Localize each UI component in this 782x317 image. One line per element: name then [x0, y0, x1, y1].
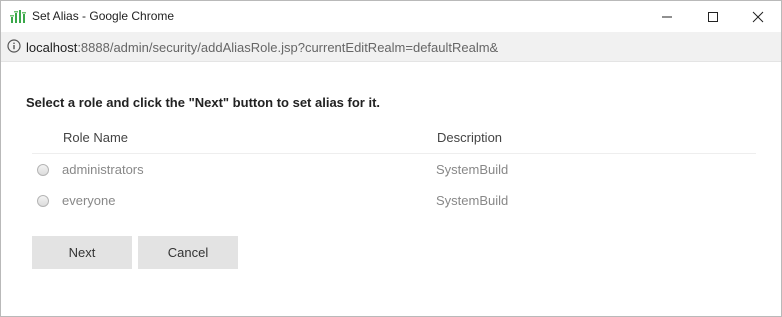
- app-bars-icon: [10, 8, 26, 24]
- next-button[interactable]: Next: [32, 236, 132, 269]
- minimize-button[interactable]: [644, 1, 690, 32]
- info-icon[interactable]: [7, 39, 21, 53]
- table-header: Role Name Description: [32, 123, 756, 154]
- column-header-description: Description: [437, 130, 503, 145]
- role-table: Role Name Description administrators Sys…: [32, 123, 756, 216]
- column-header-role-name: Role Name: [63, 130, 129, 145]
- table-row[interactable]: administrators SystemBuild: [32, 154, 756, 185]
- close-icon: [752, 11, 764, 22]
- url-text[interactable]: localhost:8888/admin/security/addAliasRo…: [26, 40, 498, 55]
- maximize-button[interactable]: [690, 1, 736, 32]
- close-button[interactable]: [735, 1, 781, 32]
- browser-window: Set Alias - Google Chrome localhost:8888…: [0, 0, 782, 317]
- address-bar[interactable]: localhost:8888/admin/security/addAliasRo…: [1, 32, 781, 62]
- minimize-icon: [662, 16, 672, 17]
- url-host: localhost: [26, 40, 78, 55]
- maximize-icon: [708, 11, 718, 22]
- title-bar: Set Alias - Google Chrome: [1, 1, 781, 32]
- role-description-cell: SystemBuild: [436, 193, 509, 208]
- window-title: Set Alias - Google Chrome: [32, 9, 175, 23]
- instruction-text: Select a role and click the "Next" butto…: [26, 95, 381, 110]
- cancel-button[interactable]: Cancel: [138, 236, 238, 269]
- role-radio-button[interactable]: [37, 195, 49, 207]
- role-name-cell: administrators: [62, 162, 144, 177]
- url-path: :8888/admin/security/addAliasRole.jsp?cu…: [77, 40, 499, 55]
- role-description-cell: SystemBuild: [436, 162, 509, 177]
- role-name-cell: everyone: [62, 193, 116, 208]
- table-row[interactable]: everyone SystemBuild: [32, 185, 756, 216]
- page-content: Select a role and click the "Next" butto…: [1, 63, 781, 316]
- role-radio-button[interactable]: [37, 164, 49, 176]
